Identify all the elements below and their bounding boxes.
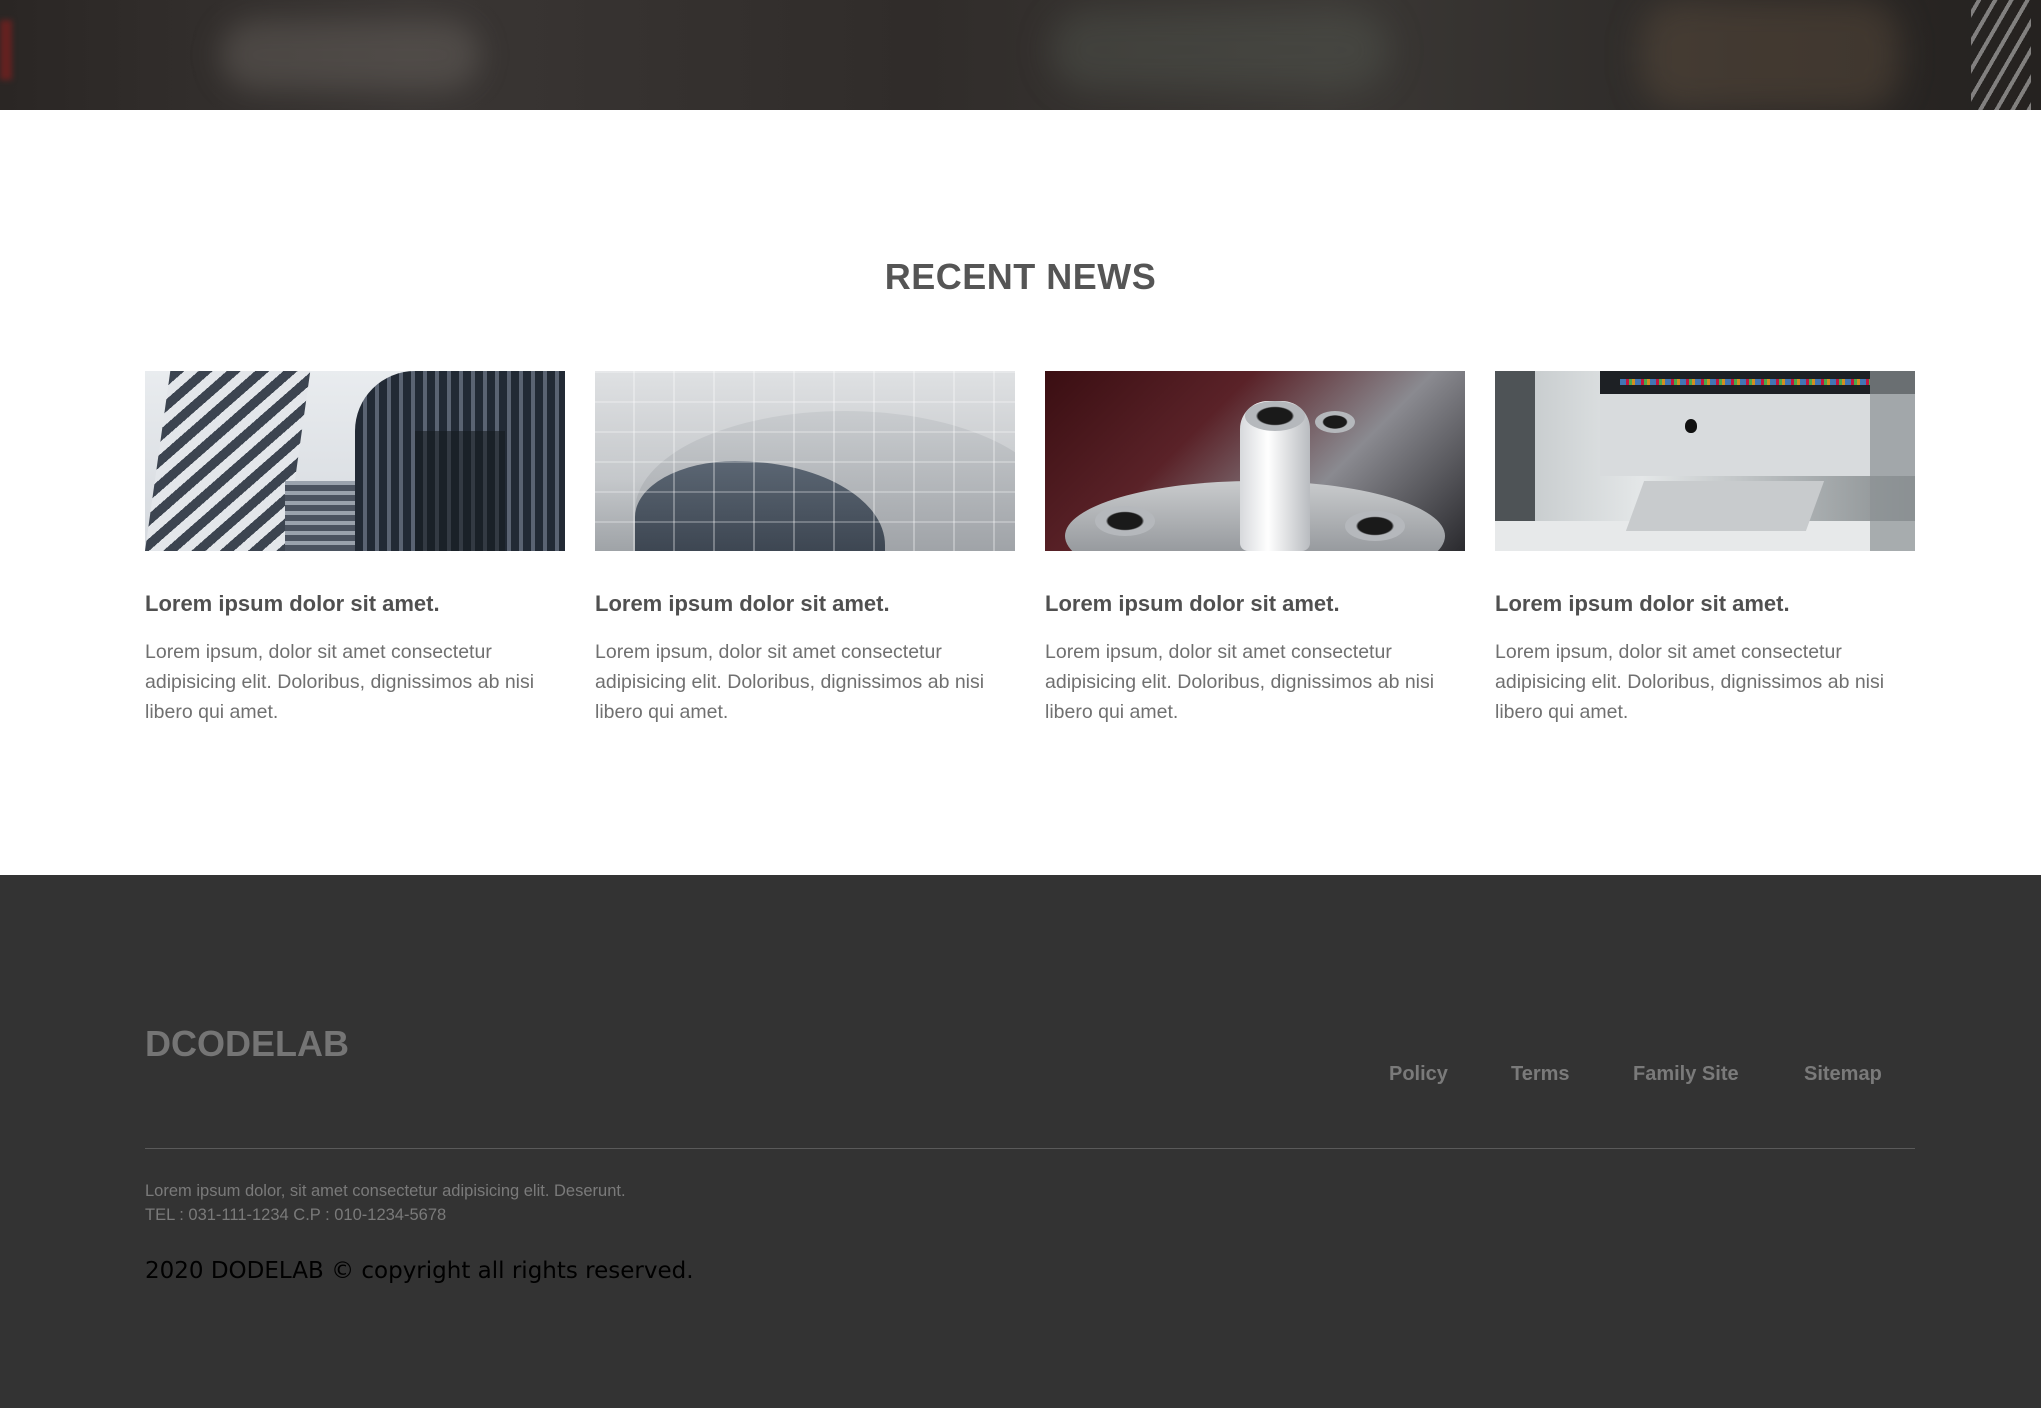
- news-description: Lorem ipsum, dolor sit amet consectetur …: [1495, 641, 1885, 723]
- news-card[interactable]: Lorem ipsum dolor sit amet. Lorem ipsum,…: [595, 371, 1015, 727]
- hero-blur-shape: [1640, 0, 1900, 110]
- footer-address: Lorem ipsum dolor, sit amet consectetur …: [145, 1182, 626, 1200]
- footer-divider: [145, 1148, 1915, 1149]
- hero-chair-stripes: [1971, 0, 2031, 110]
- footer-link-sitemap[interactable]: Sitemap: [1804, 1063, 1882, 1086]
- news-card[interactable]: Lorem ipsum dolor sit amet. Lorem ipsum,…: [1495, 371, 1915, 727]
- footer-phone: TEL : 031-111-1234 C.P : 010-1234-5678: [145, 1206, 447, 1224]
- site-footer: DCODELAB Policy Terms Family Site Sitema…: [0, 875, 2041, 1408]
- hero-blur-shape: [0, 20, 12, 80]
- section-title: RECENT NEWS: [884, 256, 1157, 297]
- footer-info: Lorem ipsum dolor, sit amet consectetur …: [145, 1179, 626, 1227]
- copyright-text: 2020 DODELAB © copyright all rights rese…: [145, 1258, 694, 1284]
- apple-logo-icon: [1685, 419, 1697, 433]
- footer-nav: Policy Terms Family Site Sitemap: [0, 1063, 2041, 1093]
- news-description: Lorem ipsum, dolor sit amet consectetur …: [595, 641, 985, 723]
- hero-blur-shape: [220, 20, 480, 90]
- hero-banner-bottom: [0, 0, 2041, 110]
- footer-link-terms[interactable]: Terms: [1511, 1063, 1570, 1086]
- news-thumbnail-bottles[interactable]: [1045, 371, 1465, 551]
- news-card[interactable]: Lorem ipsum dolor sit amet. Lorem ipsum,…: [1045, 371, 1465, 727]
- news-headline[interactable]: Lorem ipsum dolor sit amet.: [1045, 591, 1465, 617]
- recent-news-section: RECENT NEWS Lorem ipsum dolor sit amet. …: [0, 110, 2041, 875]
- news-headline[interactable]: Lorem ipsum dolor sit amet.: [595, 591, 1015, 617]
- footer-logo[interactable]: DCODELAB: [145, 1023, 349, 1065]
- news-thumbnail-facade[interactable]: [595, 371, 1015, 551]
- news-thumbnail-imac[interactable]: [1495, 371, 1915, 551]
- news-thumbnail-buildings[interactable]: [145, 371, 565, 551]
- footer-link-policy[interactable]: Policy: [1389, 1063, 1448, 1086]
- hero-blur-shape: [1050, 10, 1390, 90]
- news-headline[interactable]: Lorem ipsum dolor sit amet.: [145, 591, 565, 617]
- news-headline[interactable]: Lorem ipsum dolor sit amet.: [1495, 591, 1915, 617]
- news-card[interactable]: Lorem ipsum dolor sit amet. Lorem ipsum,…: [145, 371, 565, 727]
- footer-link-family-site[interactable]: Family Site: [1633, 1063, 1739, 1086]
- news-description: Lorem ipsum, dolor sit amet consectetur …: [145, 641, 535, 723]
- news-description: Lorem ipsum, dolor sit amet consectetur …: [1045, 641, 1435, 723]
